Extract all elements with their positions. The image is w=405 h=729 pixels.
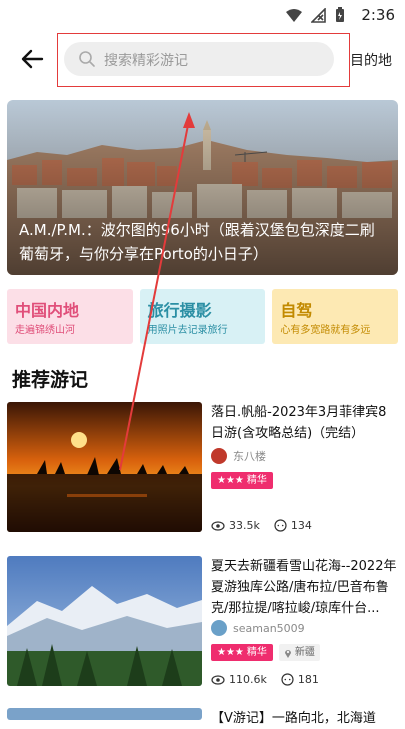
category-title: 自驾: [280, 301, 313, 320]
battery-icon: [335, 7, 345, 27]
section-title: 推荐游记: [12, 369, 89, 391]
sunset-sailboats-image: [7, 402, 202, 532]
wifi-icon: [286, 8, 302, 27]
top-bar: 搜索精彩游记 目的地: [0, 30, 405, 90]
card-badges: ★★★ 精华 新疆: [211, 644, 320, 661]
card-stats: 110.6k 181: [211, 673, 319, 686]
travelogue-thumbnail: [7, 708, 202, 720]
travelogue-card[interactable]: 落日.帆船-2023年3月菲律宾8日游(含攻略总结)（完结） 东八楼 ★★★ 精…: [7, 402, 398, 537]
avatar: [211, 620, 227, 636]
hero-banner[interactable]: A.M./P.M.：波尔图的96小时（跟着汉堡包包深度二刷葡萄牙，与你分享在Po…: [7, 100, 398, 275]
stars-icon: ★★★: [217, 475, 244, 486]
card-title: 夏天去新疆看雪山花海--2022年夏游独库公路/唐布拉/巴音布鲁克/那拉提/喀拉…: [211, 559, 397, 616]
category-title: 旅行摄影: [147, 301, 212, 320]
comment-count: 181: [297, 673, 319, 686]
featured-label: 精华: [246, 475, 267, 486]
search-input[interactable]: 搜索精彩游记: [64, 42, 334, 76]
category-row: 中国内地 走遍锦绣山河 旅行摄影 用照片去记录旅行 自驾 心有多宽路就有多远: [7, 289, 399, 344]
featured-label: 精华: [246, 647, 267, 658]
travelogue-card[interactable]: 【V游记】一路向北，北海道: [7, 708, 398, 726]
back-button[interactable]: [18, 44, 48, 74]
view-count: 110.6k: [229, 673, 267, 686]
author-name: 东八楼: [233, 450, 266, 463]
card-stats: 33.5k 134: [211, 519, 312, 532]
category-title: 中国内地: [15, 301, 80, 320]
back-arrow-icon: [21, 49, 44, 69]
comment-count: 134: [290, 519, 312, 532]
category-subtitle: 走遍锦绣山河: [15, 325, 75, 336]
author-name: seaman5009: [233, 621, 305, 635]
travelogue-card[interactable]: 夏天去新疆看雪山花海--2022年夏游独库公路/唐布拉/巴音布鲁克/那拉提/喀拉…: [7, 556, 398, 691]
comment-icon: [281, 673, 294, 686]
search-placeholder: 搜索精彩游记: [104, 53, 188, 69]
category-self-drive[interactable]: 自驾 心有多宽路就有多远: [272, 289, 399, 344]
featured-badge: ★★★ 精华: [211, 644, 273, 661]
stars-icon: ★★★: [217, 647, 244, 658]
category-travel-photography[interactable]: 旅行摄影 用照片去记录旅行: [139, 289, 266, 344]
card-author[interactable]: seaman5009: [211, 620, 305, 636]
eye-icon: [211, 674, 225, 685]
category-subtitle: 心有多宽路就有多远: [280, 325, 371, 336]
location-pin-icon: [284, 649, 291, 658]
status-bar: 2:36: [0, 0, 405, 30]
avatar: [211, 448, 227, 464]
card-title: 落日.帆船-2023年3月菲律宾8日游(含攻略总结)（完结）: [211, 405, 387, 441]
search-icon: [78, 50, 96, 68]
status-time: 2:36: [361, 6, 395, 24]
eye-icon: [211, 520, 225, 531]
destination-button[interactable]: 目的地: [350, 50, 392, 70]
view-count: 33.5k: [229, 519, 260, 532]
comment-icon: [274, 519, 287, 532]
location-label: 新疆: [294, 647, 315, 658]
card-badges: ★★★ 精华: [211, 472, 273, 489]
hero-caption: A.M./P.M.：波尔图的96小时（跟着汉堡包包深度二刷葡萄牙，与你分享在Po…: [19, 221, 375, 263]
snow-mountain-image: [7, 556, 202, 686]
featured-badge: ★★★ 精华: [211, 472, 273, 489]
location-badge[interactable]: 新疆: [278, 644, 320, 661]
category-subtitle: 用照片去记录旅行: [147, 325, 228, 336]
category-mainland-china[interactable]: 中国内地 走遍锦绣山河: [7, 289, 133, 344]
signal-off-icon: [310, 6, 326, 27]
card-title: 【V游记】一路向北，北海道: [211, 711, 376, 726]
card-author[interactable]: 东八楼: [211, 448, 266, 464]
